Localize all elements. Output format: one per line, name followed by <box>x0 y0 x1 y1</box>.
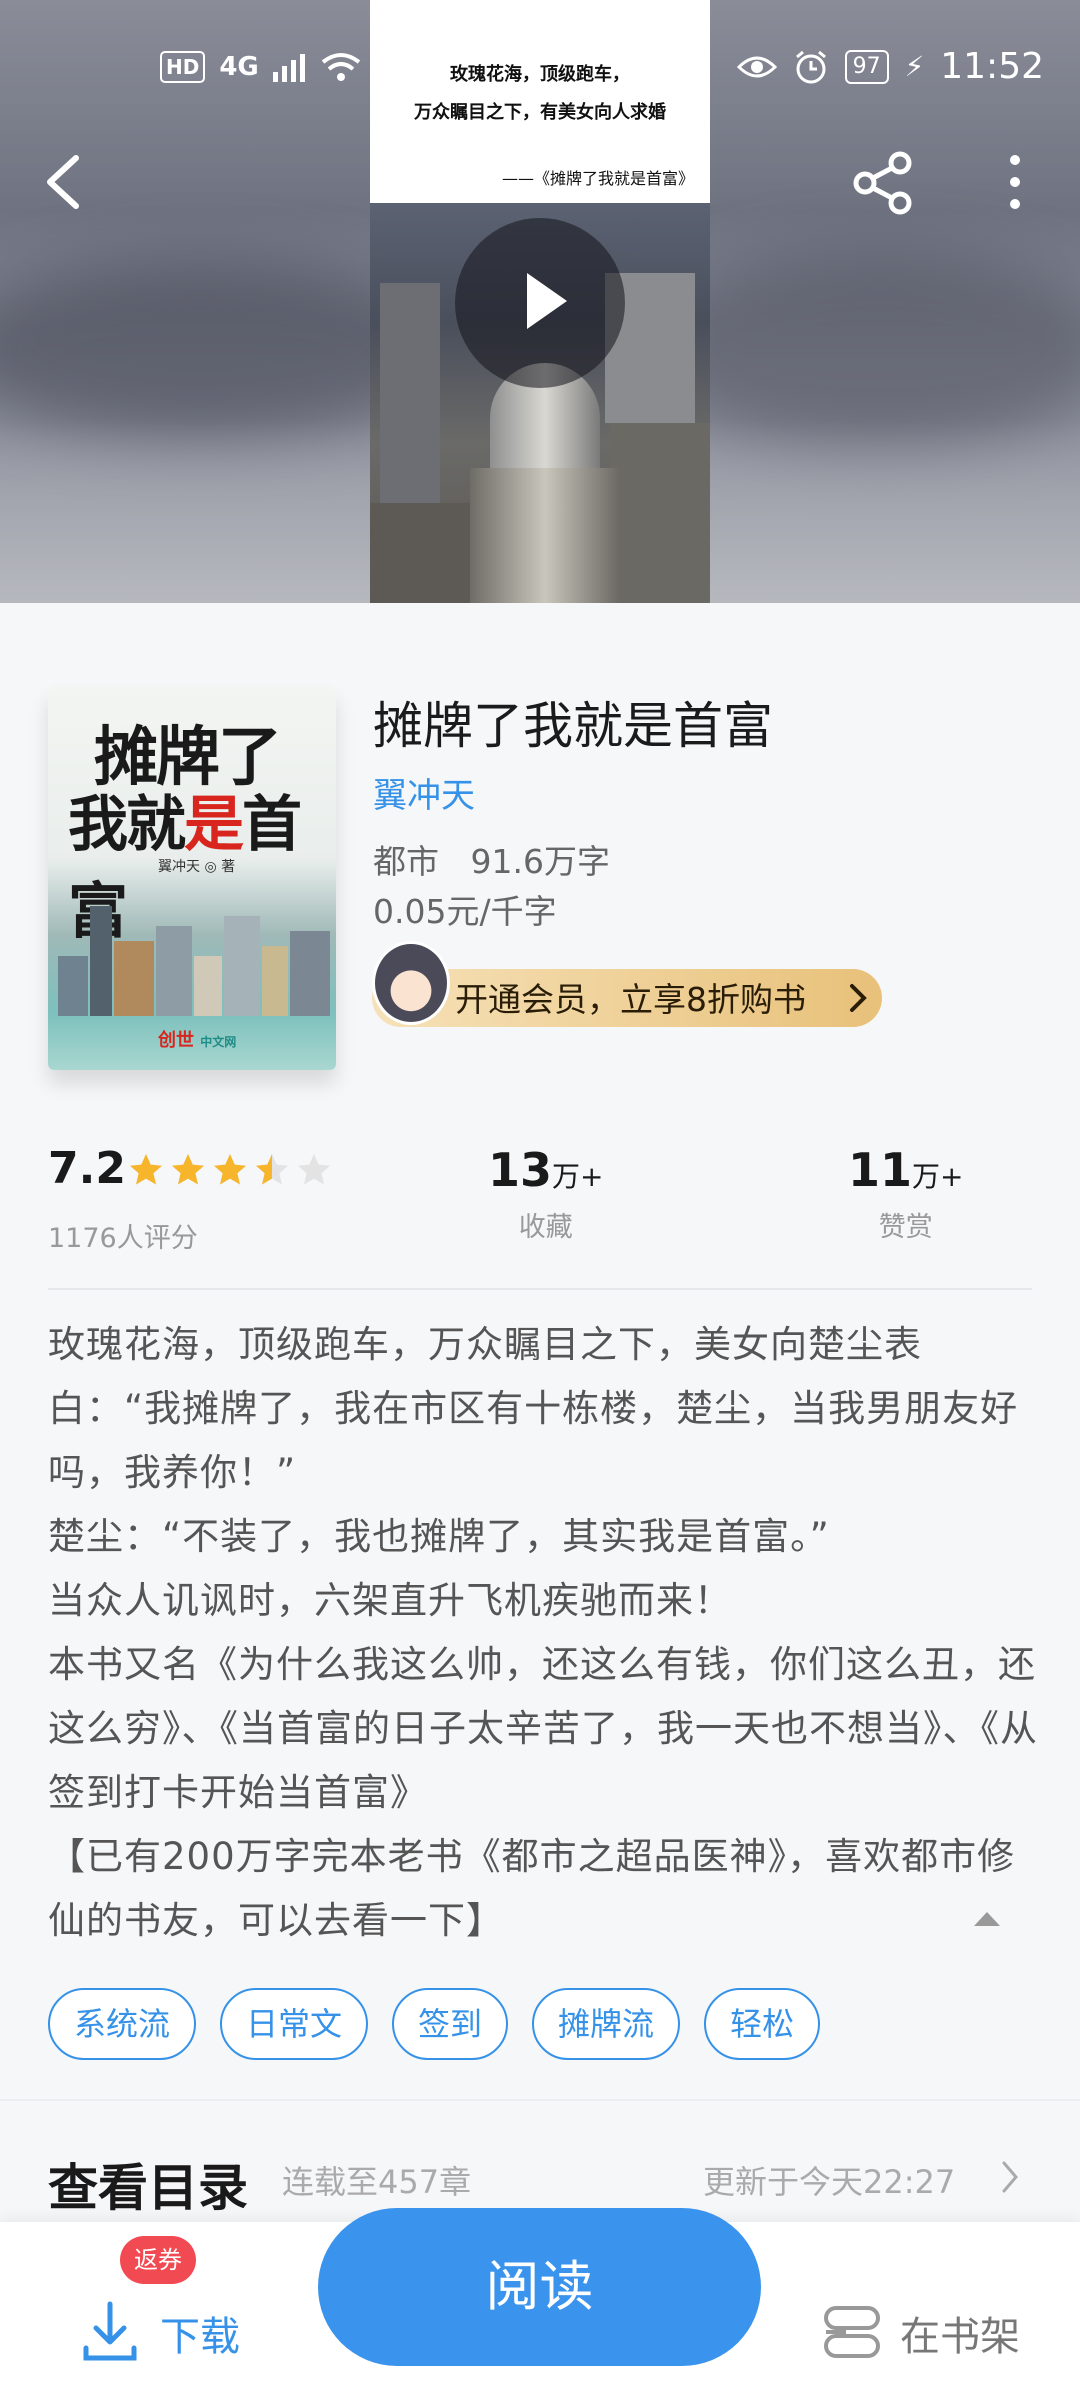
book-detail-screen: 玫瑰花海，顶级跑车， 万众瞩目之下，有美女向人求婚 ——《摊牌了我就是首富》 H… <box>0 0 1080 2400</box>
download-button[interactable]: 下载 <box>160 2304 240 2362</box>
play-icon <box>527 273 567 329</box>
star-icon <box>256 1154 288 1185</box>
charging-icon: ⚡ <box>904 50 925 83</box>
hd-badge: HD <box>160 51 206 83</box>
tag-chip[interactable]: 摊牌流 <box>532 1988 681 2060</box>
favorites-label: 收藏 <box>518 1212 573 1243</box>
rating-count: 1176人评分 <box>48 1223 198 1254</box>
rewards-count: 11 <box>848 1143 913 1197</box>
vip-avatar <box>372 941 450 1025</box>
status-bar: HD 4G 97 ⚡ 11:52 <box>0 30 1080 110</box>
signal-label: 4G <box>219 52 259 82</box>
video-header: 玫瑰花海，顶级跑车， 万众瞩目之下，有美女向人求婚 ——《摊牌了我就是首富》 H… <box>0 0 1080 603</box>
alarm-icon <box>795 50 826 83</box>
building-shape <box>610 423 710 603</box>
section-divider <box>0 2099 1080 2101</box>
rating-stars <box>128 1152 332 1188</box>
download-icon[interactable] <box>82 2300 138 2364</box>
book-meta: 都市 91.6万字 <box>373 835 610 883</box>
cover-skyline <box>48 886 336 1016</box>
favorites-count: 13 <box>488 1143 553 1197</box>
tag-chip[interactable]: 轻松 <box>704 1988 821 2060</box>
publisher-name: 创世 <box>158 1030 194 1051</box>
favorites-stat[interactable]: 13万+ 收藏 <box>488 1143 603 1244</box>
star-icon <box>214 1154 246 1185</box>
author-link[interactable]: 翼冲天 <box>373 768 475 817</box>
status-right: 97 ⚡ 11:52 <box>736 46 1044 87</box>
book-category: 都市 <box>373 842 439 881</box>
back-button[interactable] <box>36 150 96 214</box>
publisher-sub: 中文网 <box>200 1035 237 1049</box>
tag-chip[interactable]: 系统流 <box>48 1988 197 2060</box>
coupon-badge: 返券 <box>120 2236 196 2284</box>
book-description: 玫瑰花海，顶级跑车，万众瞩目之下，美女向楚尘表白：“我摊牌了，我在市区有十栋楼，… <box>48 1323 1038 1942</box>
toc-updated[interactable]: 更新于今天22:27 <box>703 2157 955 2203</box>
cover-title-part: 是 <box>184 790 244 860</box>
book-title: 摊牌了我就是首富 <box>373 697 773 755</box>
chevron-right-icon <box>850 984 867 1012</box>
eye-icon <box>736 56 777 77</box>
star-icon <box>130 1154 162 1185</box>
battery-indicator: 97 <box>844 49 889 84</box>
rewards-label: 赞赏 <box>878 1212 933 1243</box>
toc-title[interactable]: 查看目录 <box>48 2148 248 2220</box>
tag-chip[interactable]: 日常文 <box>220 1988 369 2060</box>
toc-status: 连载至457章 <box>282 2163 472 2201</box>
star-icon <box>172 1154 204 1185</box>
status-left: HD 4G <box>160 50 409 84</box>
on-shelf-button[interactable]: 在书架 <box>900 2304 1020 2362</box>
tag-list: 系统流 日常文 签到 摊牌流 轻松 <box>48 1988 821 2060</box>
chevron-right-icon[interactable] <box>1000 2160 1020 2194</box>
book-word-count: 91.6万字 <box>470 842 610 881</box>
bottom-action-bar: 下载 返券 阅读 在书架 <box>0 2208 1080 2400</box>
clock: 11:52 <box>940 46 1044 87</box>
rewards-stat[interactable]: 11万+ 赞赏 <box>848 1143 963 1244</box>
read-button[interactable]: 阅读 <box>318 2208 761 2366</box>
cover-publisher: 创世 中文网 <box>158 1026 236 1052</box>
favorites-unit: 万+ <box>552 1160 604 1193</box>
divider <box>48 1288 1032 1290</box>
share-button[interactable] <box>850 150 916 216</box>
vip-promo-text: 开通会员，立享8折购书 <box>455 980 806 1019</box>
book-cover[interactable]: 摊牌了 我就是首富 翼冲天 ◎ 著 创世 中文网 <box>48 686 336 1070</box>
tag-chip[interactable]: 签到 <box>392 1988 509 2060</box>
signal-bars-icon <box>272 54 305 82</box>
building-shape <box>370 503 480 603</box>
rewards-unit: 万+ <box>912 1160 964 1193</box>
cover-title-part: 我就 <box>68 790 186 860</box>
video-caption-source: ——《摊牌了我就是首富》 <box>501 169 694 188</box>
book-info-section: 摊牌了 我就是首富 翼冲天 ◎ 著 创世 中文网 摊牌了我就是首富 翼冲天 都市… <box>0 603 1080 2101</box>
hotspot-icon <box>376 51 408 83</box>
rating-score: 7.2 <box>48 1143 126 1194</box>
star-icon <box>298 1154 330 1185</box>
cover-author: 翼冲天 ◎ 著 <box>158 859 236 875</box>
book-price: 0.05元/千字 <box>373 892 557 931</box>
collapse-description-button[interactable] <box>972 1908 1002 1928</box>
more-options-button[interactable] <box>1000 152 1030 212</box>
wifi-icon <box>321 53 361 81</box>
play-button[interactable] <box>455 218 625 388</box>
bookshelf-icon[interactable] <box>822 2304 882 2360</box>
dome-base-shape <box>470 468 620 603</box>
